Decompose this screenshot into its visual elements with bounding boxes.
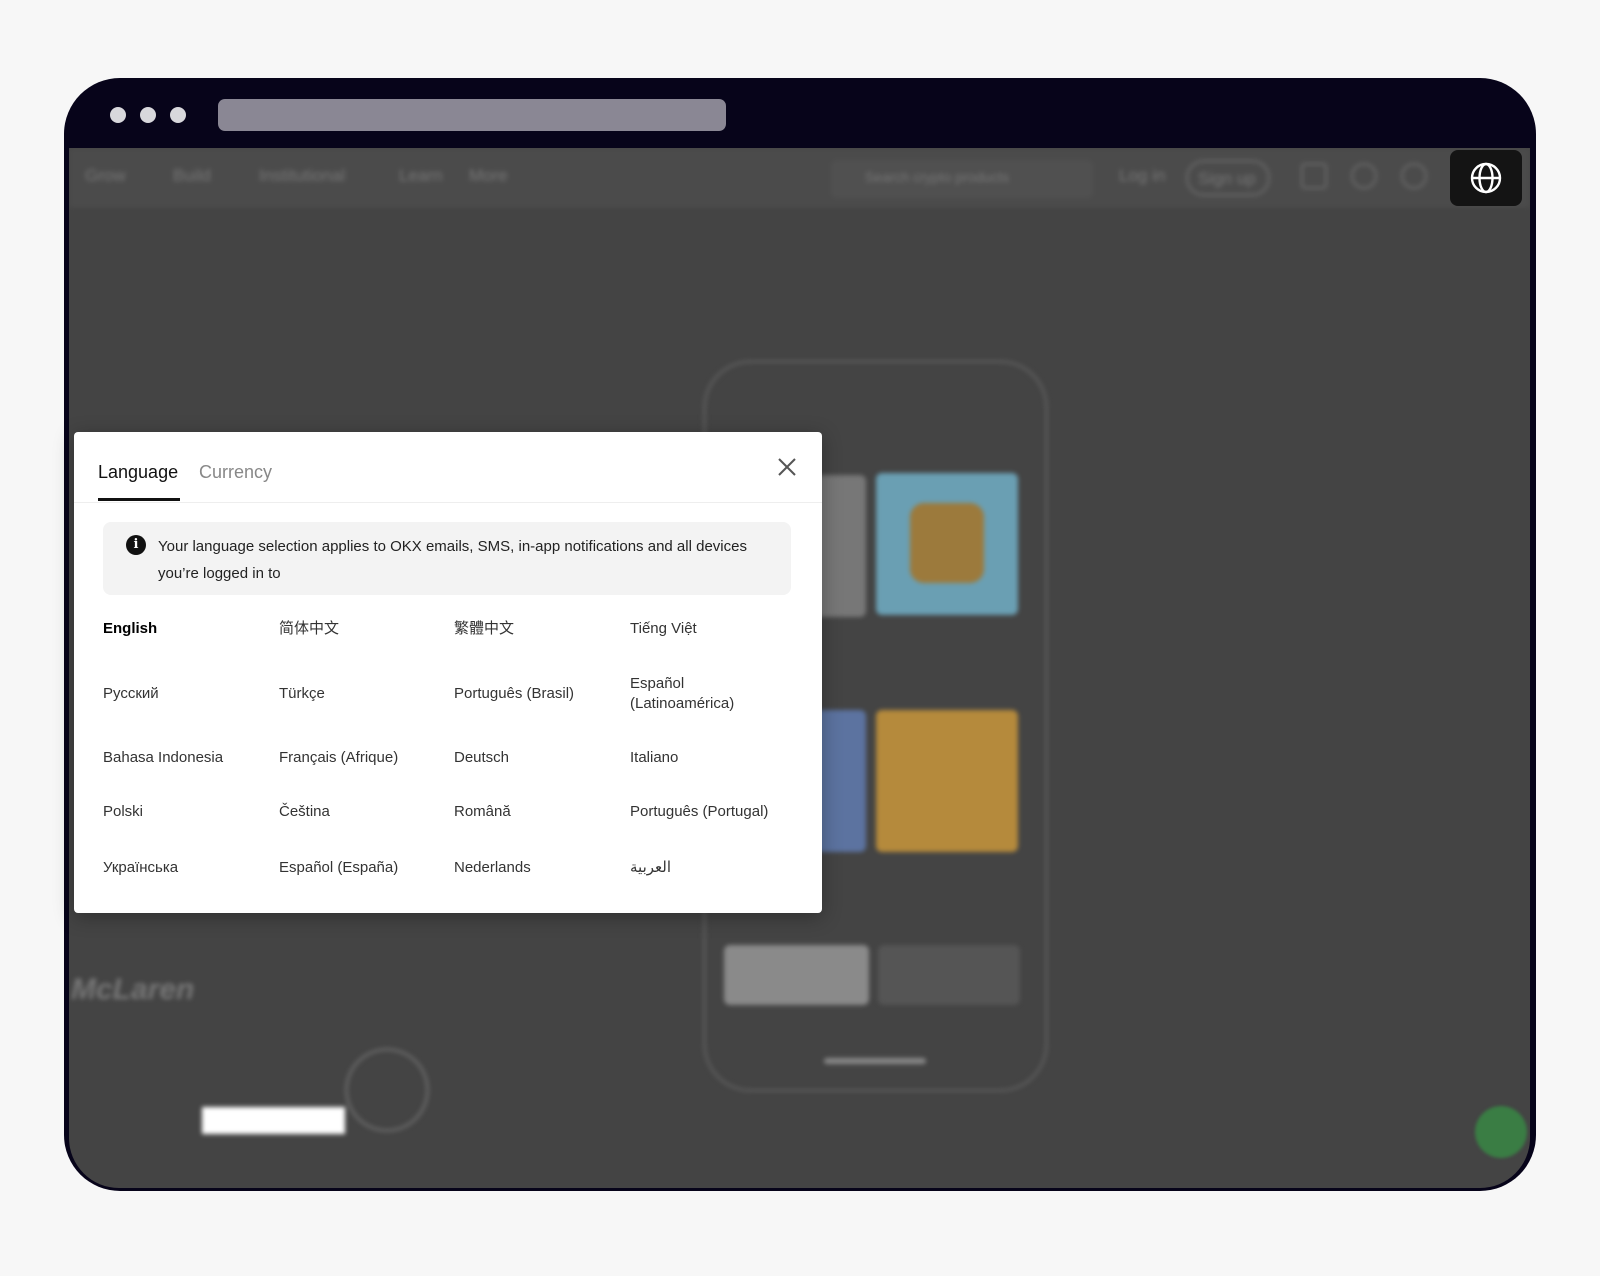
home-indicator: [824, 1058, 926, 1064]
nav-build[interactable]: Build: [173, 166, 211, 186]
language-globe-button[interactable]: [1450, 150, 1522, 206]
white-badge: [202, 1107, 345, 1134]
language-option[interactable]: Tiếng Việt: [630, 619, 795, 639]
language-currency-modal: Language Currency i Your language select…: [74, 432, 822, 913]
language-option[interactable]: Українська: [103, 858, 268, 878]
nav-learn[interactable]: Learn: [399, 166, 442, 186]
signup-button[interactable]: Sign up: [1186, 160, 1270, 196]
nft-card-image: [878, 945, 1020, 1005]
language-option[interactable]: Bahasa Indonesia: [103, 748, 268, 768]
close-icon[interactable]: [774, 454, 800, 480]
mclaren-logo: McLaren: [71, 973, 195, 1006]
active-tab-indicator: [98, 498, 180, 501]
info-text: Your language selection applies to OKX e…: [158, 538, 747, 582]
bell-icon[interactable]: [1351, 163, 1377, 189]
nav-more[interactable]: More: [469, 166, 508, 186]
search-input[interactable]: Search crypto products: [831, 160, 1093, 198]
nav-institutional[interactable]: Institutional: [259, 166, 345, 186]
language-option[interactable]: English: [103, 619, 268, 639]
chat-support-button[interactable]: [1475, 1106, 1527, 1158]
language-option[interactable]: Nederlands: [454, 858, 619, 878]
nav-grow[interactable]: Grow: [85, 166, 126, 186]
language-option[interactable]: العربية: [630, 858, 795, 878]
language-option[interactable]: Español (Latinoamérica): [630, 674, 770, 714]
address-bar[interactable]: [218, 99, 726, 131]
info-banner: i Your language selection applies to OKX…: [103, 522, 791, 595]
help-icon[interactable]: [1401, 163, 1427, 189]
language-option[interactable]: Português (Brasil): [454, 684, 619, 704]
language-option[interactable]: Español (España): [279, 858, 444, 878]
tab-language[interactable]: Language: [98, 462, 178, 483]
nft-card-image: [816, 475, 866, 617]
language-option[interactable]: Русский: [103, 684, 268, 704]
language-option[interactable]: Português (Portugal): [630, 802, 795, 822]
info-icon: i: [126, 535, 146, 555]
language-option[interactable]: 繁體中文: [454, 619, 619, 639]
language-option[interactable]: Polski: [103, 802, 268, 822]
nft-card-image: [816, 710, 866, 852]
language-option[interactable]: Türkçe: [279, 684, 444, 704]
globe-icon: [1470, 162, 1502, 194]
window-dot-maximize[interactable]: [170, 107, 186, 123]
language-option[interactable]: Română: [454, 802, 619, 822]
language-option[interactable]: Italiano: [630, 748, 795, 768]
window-dot-close[interactable]: [110, 107, 126, 123]
download-icon[interactable]: [1301, 163, 1327, 189]
nft-card-image: [724, 945, 869, 1005]
language-option[interactable]: Deutsch: [454, 748, 619, 768]
man-city-logo: [345, 1048, 429, 1132]
top-nav: Grow Build Institutional Learn More Sear…: [69, 148, 1530, 208]
login-link[interactable]: Log in: [1119, 166, 1165, 186]
language-option[interactable]: Français (Afrique): [279, 748, 444, 768]
language-option[interactable]: Čeština: [279, 802, 444, 822]
nft-card-image: [876, 710, 1018, 852]
chest-image: [910, 503, 984, 583]
window-dot-minimize[interactable]: [140, 107, 156, 123]
tab-currency[interactable]: Currency: [199, 462, 272, 483]
tab-divider: [74, 502, 822, 503]
language-option[interactable]: 简体中文: [279, 619, 444, 639]
